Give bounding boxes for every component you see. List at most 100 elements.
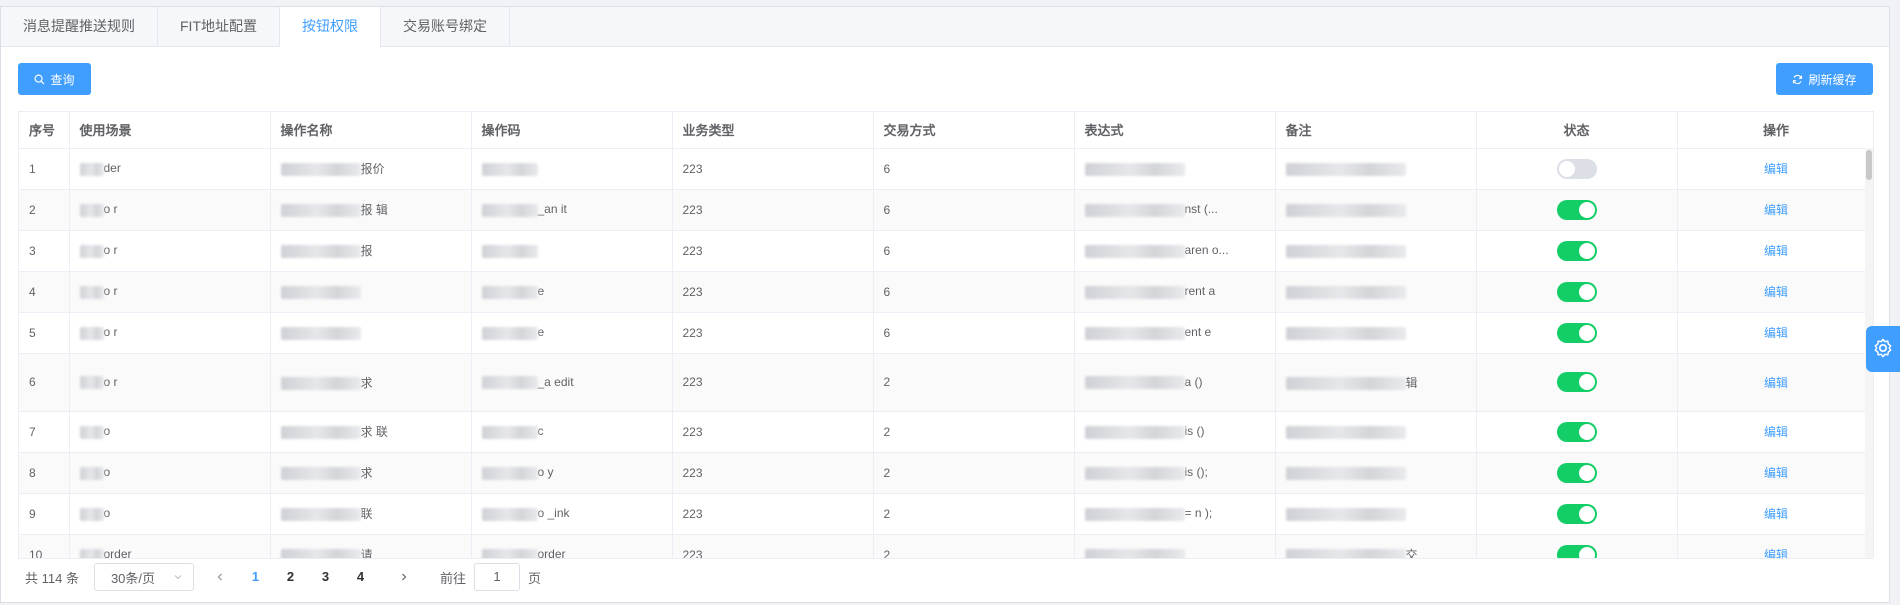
masked-text — [481, 376, 538, 390]
cell-code: e — [471, 271, 673, 313]
masked-text — [280, 426, 361, 440]
row-index: 9 — [29, 506, 36, 521]
header-operation-name: 操作名称 — [270, 112, 472, 149]
cell-name: 求 — [270, 452, 472, 494]
cell-code: _an it — [471, 189, 673, 231]
status-switch[interactable] — [1556, 158, 1597, 179]
edit-link[interactable]: 编辑 — [1764, 507, 1788, 521]
cell-text: 6 — [883, 325, 891, 340]
edit-link[interactable]: 编辑 — [1764, 285, 1788, 299]
cell-action: 编辑 — [1677, 452, 1873, 494]
cell-text: _a edit — [537, 374, 574, 389]
row-index: 6 — [29, 375, 36, 389]
cell-status — [1476, 271, 1678, 313]
goto-label: 前往 — [439, 570, 466, 586]
masked-text — [481, 507, 538, 521]
cell-text: = n ); — [1184, 506, 1213, 521]
masked-text — [79, 466, 104, 480]
cell-biz: 223 — [672, 148, 874, 190]
cell-scene: o r — [69, 230, 271, 272]
edit-link[interactable]: 编辑 — [1764, 203, 1788, 217]
status-switch[interactable] — [1556, 322, 1597, 343]
status-switch[interactable] — [1556, 544, 1597, 558]
cell-name: 联 — [270, 493, 472, 535]
cell-biz: 223 — [672, 353, 874, 412]
edit-link[interactable]: 编辑 — [1764, 244, 1788, 258]
query-button[interactable]: 查询 — [18, 63, 91, 95]
refresh-cache-button[interactable]: 刷新缓存 — [1776, 63, 1873, 95]
masked-text — [481, 548, 538, 558]
cell-code: c — [471, 411, 673, 453]
cell-biz: 223 — [672, 411, 874, 453]
tab-message-push-rules[interactable]: 消息提醒推送规则 — [1, 7, 158, 46]
cell-text: 报 辑 — [360, 203, 388, 217]
goto-suffix: 页 — [527, 570, 541, 586]
table-row: 6 o r 求 _a edit 223 2 a () 辑 编辑 — [19, 353, 1873, 412]
scrollbar-thumb[interactable] — [1866, 150, 1872, 180]
masked-text — [1084, 285, 1185, 299]
status-switch[interactable] — [1556, 421, 1597, 442]
cell-mode: 6 — [873, 189, 1075, 231]
masked-text — [1084, 466, 1185, 480]
cell-status — [1476, 534, 1678, 558]
masked-text — [1084, 425, 1185, 439]
edit-link[interactable]: 编辑 — [1764, 425, 1788, 439]
cell-text: 223 — [682, 284, 703, 299]
cell-text: 2 — [883, 465, 891, 480]
tab-bar: 消息提醒推送规则 FIT地址配置 按钮权限 交易账号绑定 — [1, 7, 1889, 48]
cell-text: o r — [103, 202, 118, 217]
cell-text: 6 — [883, 202, 891, 217]
side-settings-button[interactable] — [1866, 326, 1900, 372]
cell-name: 报 辑 — [270, 189, 472, 231]
masked-text — [1084, 376, 1185, 390]
masked-text — [280, 508, 361, 522]
prev-page-button[interactable] — [208, 563, 232, 591]
cell-text: a () — [1184, 374, 1203, 389]
status-switch[interactable] — [1556, 199, 1597, 220]
masked-text — [280, 245, 361, 259]
goto-page-input[interactable]: 1 — [473, 563, 520, 591]
edit-link[interactable]: 编辑 — [1764, 548, 1788, 558]
masked-text — [79, 244, 104, 258]
cell-index: 8 — [19, 452, 70, 494]
page-4[interactable]: 4 — [343, 563, 378, 591]
cell-text: 223 — [682, 375, 703, 389]
edit-link[interactable]: 编辑 — [1764, 376, 1788, 390]
header-scene: 使用场景 — [69, 112, 271, 149]
cell-mode: 6 — [873, 230, 1075, 272]
edit-link[interactable]: 编辑 — [1764, 162, 1788, 176]
cell-scene: o — [69, 411, 271, 453]
cell-status — [1476, 493, 1678, 535]
tab-button-permission[interactable]: 按钮权限 — [280, 7, 381, 48]
cell-text: is (); — [1184, 465, 1208, 480]
status-switch[interactable] — [1556, 462, 1597, 483]
page-3[interactable]: 3 — [308, 563, 343, 591]
page-1[interactable]: 1 — [238, 563, 273, 591]
status-switch[interactable] — [1556, 503, 1597, 524]
masked-text — [280, 549, 361, 558]
cell-scene: o r — [69, 353, 271, 412]
cell-text: e — [537, 284, 545, 299]
cell-name: 求 联 — [270, 411, 472, 453]
status-switch[interactable] — [1556, 281, 1597, 302]
status-switch[interactable] — [1556, 240, 1597, 261]
status-switch[interactable] — [1556, 372, 1597, 392]
cell-scene: order — [69, 534, 271, 558]
page-size-value: 30条/页 — [110, 570, 156, 586]
tab-fit-address-config[interactable]: FIT地址配置 — [158, 7, 280, 46]
cell-text: 2 — [883, 547, 891, 559]
page-size-select[interactable]: 30条/页 — [93, 563, 194, 591]
cell-biz: 223 — [672, 271, 874, 313]
header-remark: 备注 — [1275, 112, 1477, 149]
edit-link[interactable]: 编辑 — [1764, 326, 1788, 340]
cell-mode: 2 — [873, 353, 1075, 412]
cell-text: o _ink — [537, 506, 570, 521]
cell-name: 报价 — [270, 148, 472, 190]
next-page-button[interactable] — [392, 563, 416, 591]
page-2[interactable]: 2 — [273, 563, 308, 591]
cell-text: 223 — [682, 465, 703, 480]
cell-expr: nst (... — [1074, 189, 1276, 231]
edit-link[interactable]: 编辑 — [1764, 466, 1788, 480]
tab-trade-account-binding[interactable]: 交易账号绑定 — [381, 7, 510, 46]
masked-text — [79, 425, 104, 439]
